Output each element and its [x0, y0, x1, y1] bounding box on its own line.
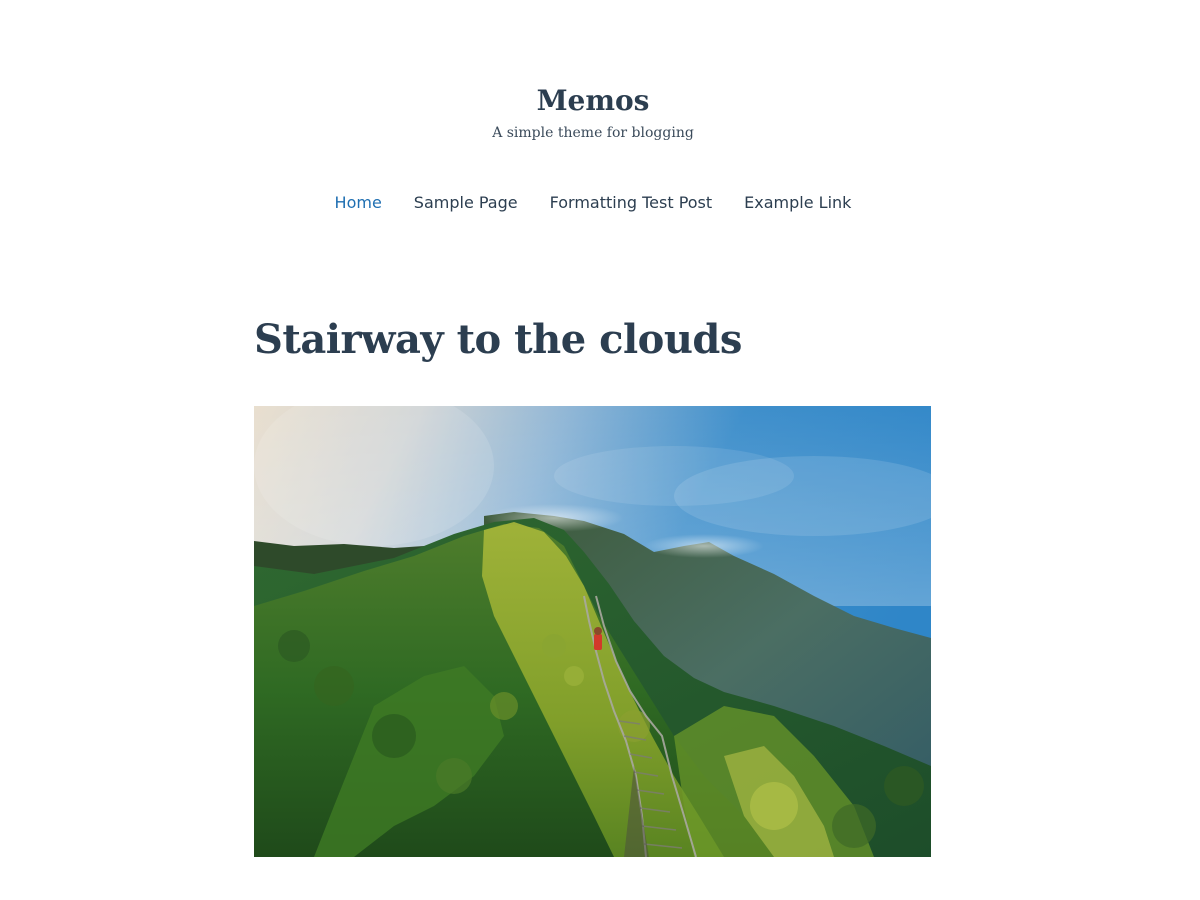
nav-item-sample-page[interactable]: Sample Page: [414, 191, 518, 215]
main-navigation: Home Sample Page Formatting Test Post Ex…: [0, 191, 1186, 215]
hiker-figure: [594, 634, 602, 650]
mountain-stairway-photo: [254, 406, 931, 857]
site-tagline: A simple theme for blogging: [492, 125, 694, 141]
nav-item-formatting-test-post[interactable]: Formatting Test Post: [550, 191, 713, 215]
site-title[interactable]: Memos: [0, 82, 1186, 120]
featured-image[interactable]: [254, 406, 931, 857]
post-title[interactable]: Stairway to the clouds: [254, 312, 742, 368]
nav-item-home[interactable]: Home: [335, 191, 382, 215]
nav-item-example-link[interactable]: Example Link: [744, 191, 851, 215]
